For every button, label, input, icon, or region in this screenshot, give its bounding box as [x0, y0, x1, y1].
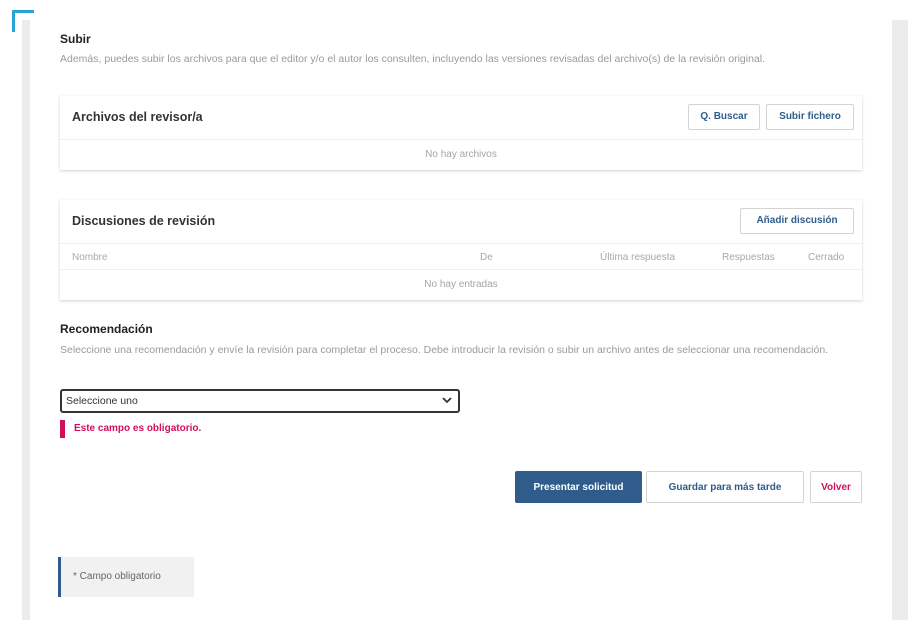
discussions-header: Discusiones de revisión Añadir discusión: [60, 200, 862, 244]
search-button[interactable]: Q. Buscar: [688, 104, 760, 130]
recommendation-title: Recomendación: [60, 322, 153, 336]
column-header-from: De: [480, 252, 493, 263]
column-header-name: Nombre: [72, 252, 108, 263]
left-rail: [22, 20, 30, 620]
submit-button[interactable]: Presentar solicitud: [515, 471, 642, 503]
upload-file-button[interactable]: Subir fichero: [766, 104, 854, 130]
discussions-column-headers: Nombre De Última respuesta Respuestas Ce…: [60, 244, 862, 270]
reviewer-files-title: Archivos del revisor/a: [72, 110, 203, 124]
discussions-empty: No hay entradas: [424, 279, 498, 290]
discussions-title: Discusiones de revisión: [72, 214, 216, 228]
required-field-note: * Campo obligatorio: [58, 557, 194, 597]
chevron-down-icon: [442, 397, 452, 404]
recommendation-select[interactable]: Seleccione uno: [60, 389, 460, 413]
save-later-button[interactable]: Guardar para más tarde: [646, 471, 804, 503]
column-header-last-reply: Última respuesta: [600, 252, 676, 263]
upload-title: Subir: [60, 32, 91, 46]
reviewer-files-empty: No hay archivos: [425, 149, 497, 160]
recommendation-description: Seleccione una recomendación y envíe la …: [60, 344, 829, 356]
add-discussion-button[interactable]: Añadir discusión: [740, 208, 854, 234]
right-rail: [892, 20, 908, 620]
back-button[interactable]: Volver: [810, 471, 862, 503]
reviewer-files-panel: Archivos del revisor/a Q. Buscar Subir f…: [60, 96, 862, 170]
upload-description: Además, puedes subir los archivos para q…: [60, 53, 766, 65]
reviewer-files-header: Archivos del revisor/a Q. Buscar Subir f…: [60, 96, 862, 140]
column-header-replies: Respuestas: [722, 252, 775, 263]
discussions-panel: Discusiones de revisión Añadir discusión…: [60, 200, 862, 300]
column-header-closed: Cerrado: [808, 252, 845, 263]
recommendation-error: Este campo es obligatorio.: [60, 420, 201, 438]
recommendation-select-value: Seleccione uno: [66, 395, 138, 407]
